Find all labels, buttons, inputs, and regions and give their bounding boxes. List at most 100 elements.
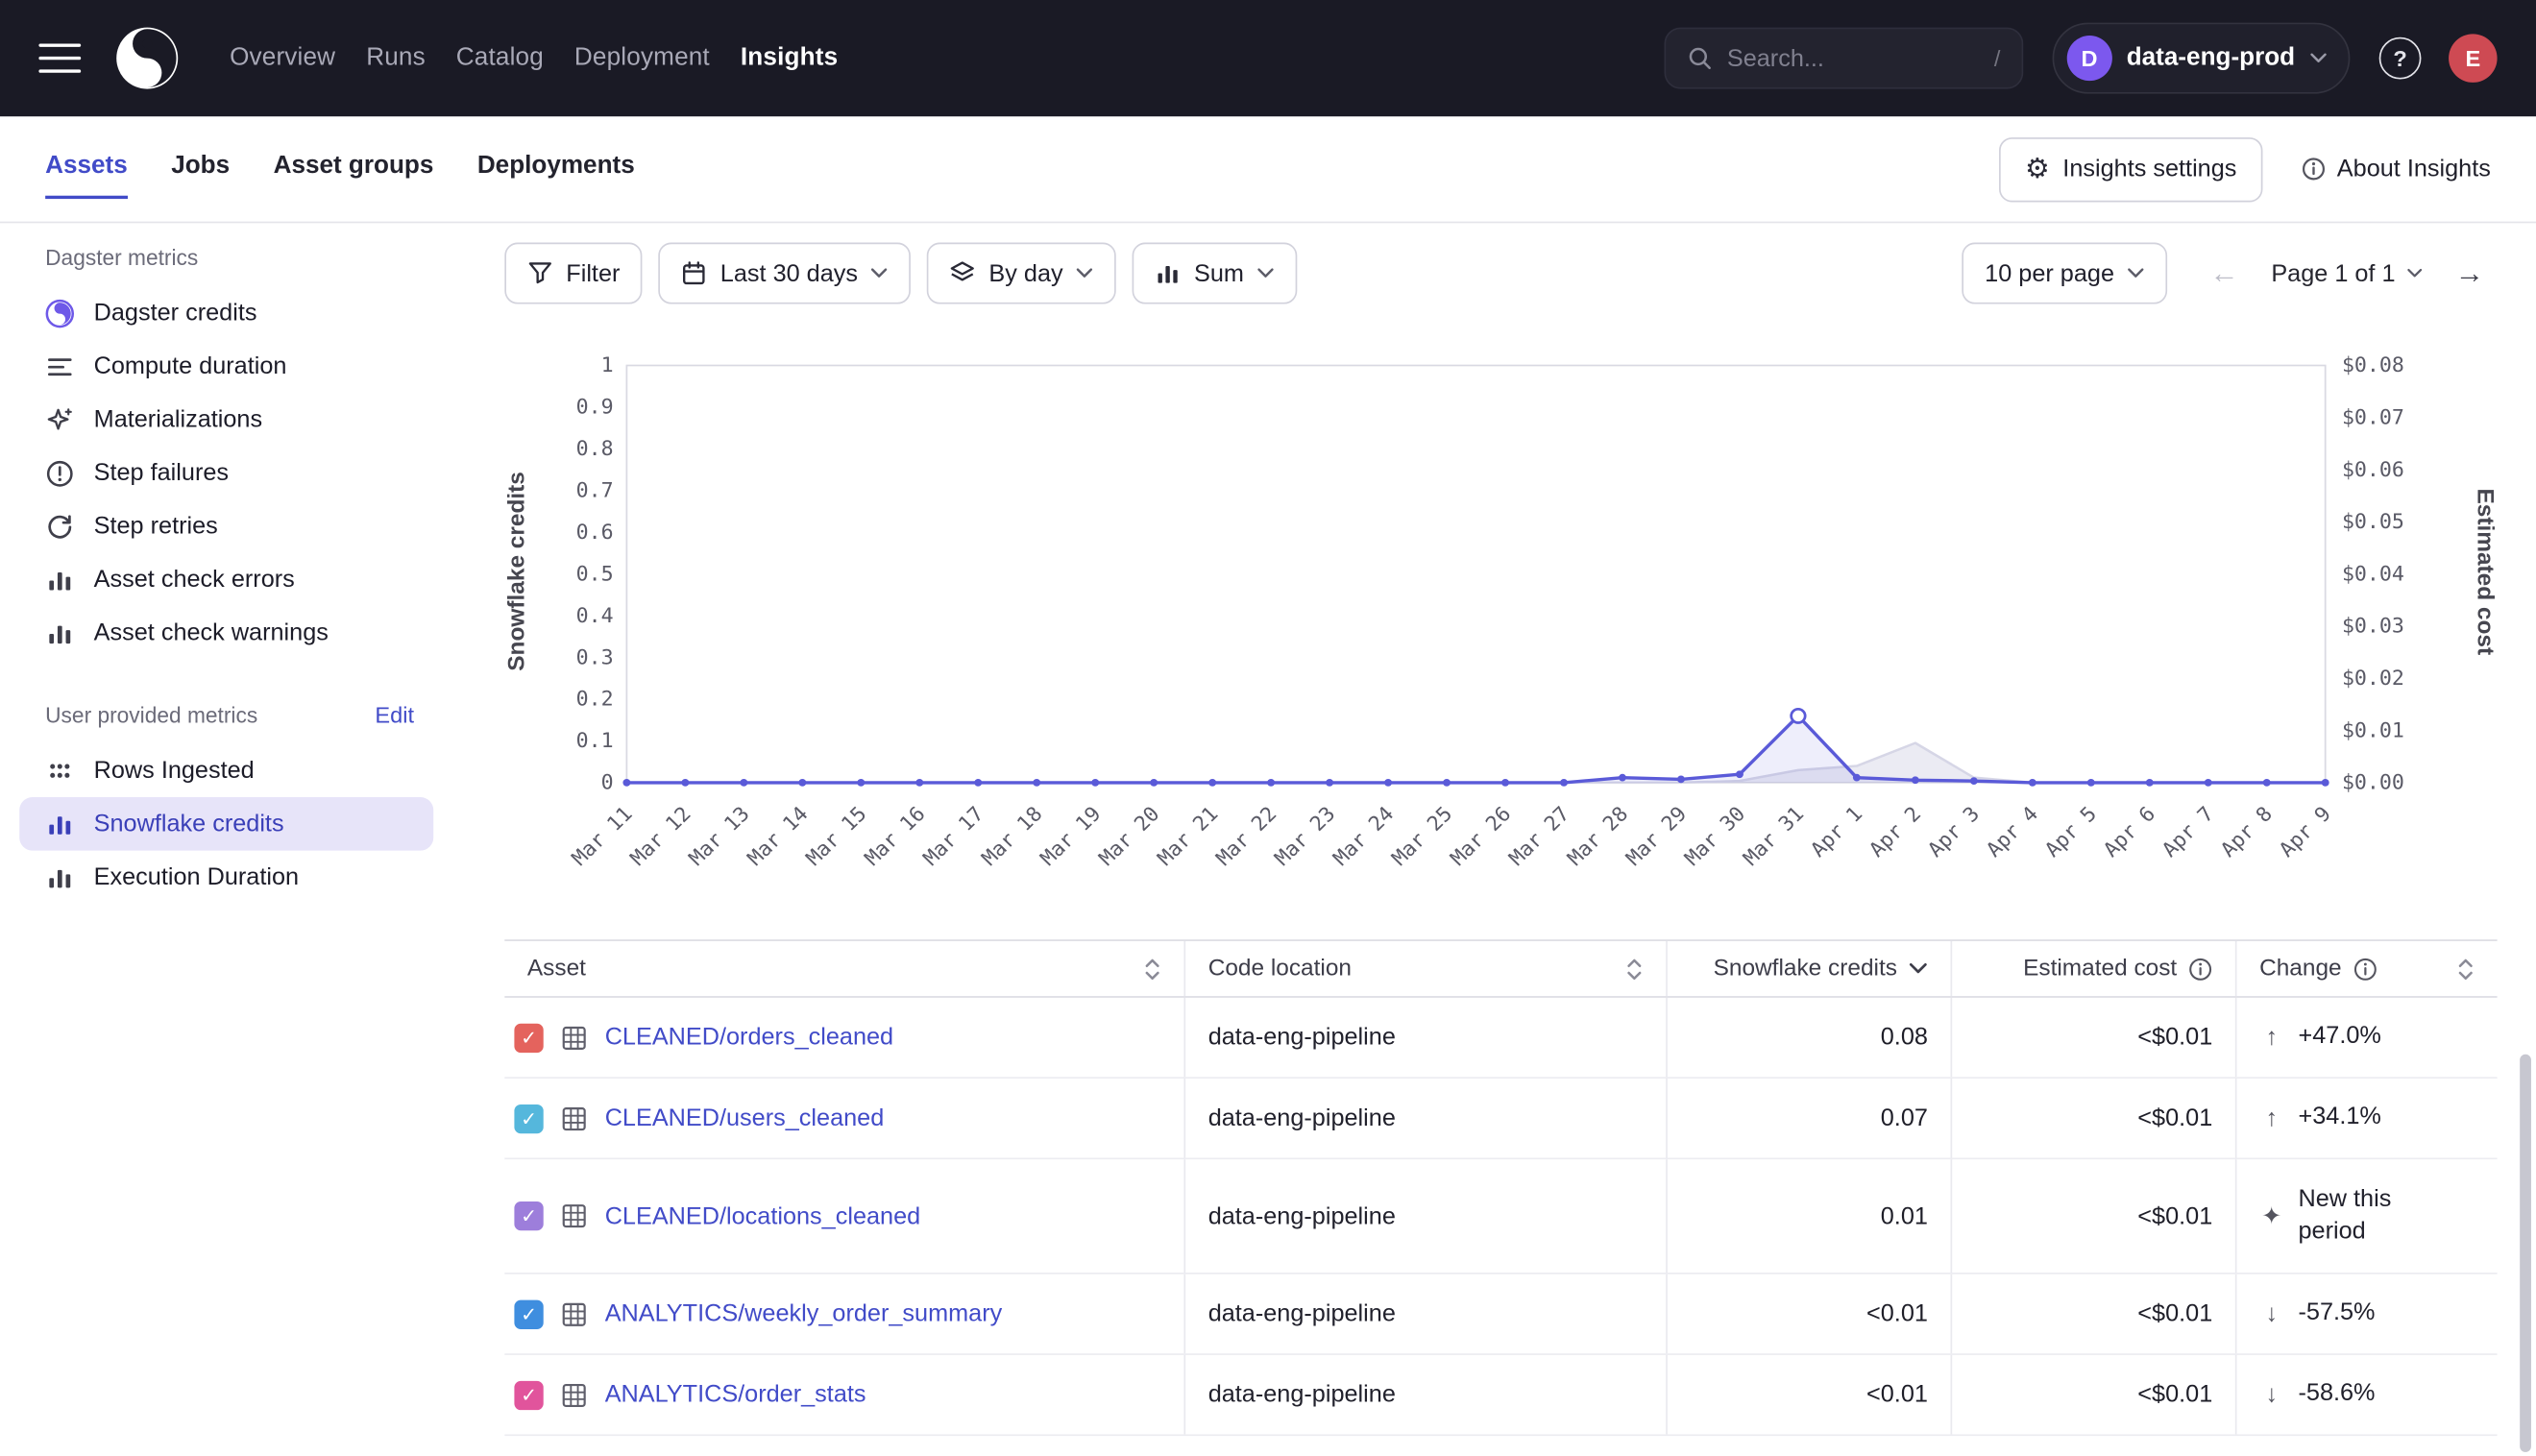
asset-link[interactable]: ANALYTICS/order_stats xyxy=(605,1381,866,1409)
aggregation-button[interactable]: Sum xyxy=(1133,243,1297,304)
next-page-button[interactable] xyxy=(2442,246,2497,301)
svg-text:$0.00: $0.00 xyxy=(2342,771,2404,795)
insights-main: Filter Last 30 days By day Sum xyxy=(452,223,2536,1455)
svg-text:$0.01: $0.01 xyxy=(2342,719,2404,743)
dots-icon xyxy=(45,756,74,785)
edit-metrics-link[interactable]: Edit xyxy=(375,702,414,728)
date-range-button[interactable]: Last 30 days xyxy=(659,243,912,304)
svg-text:Mar 20: Mar 20 xyxy=(1094,802,1164,870)
credits-cell: 0.01 xyxy=(1666,1159,1950,1273)
svg-text:$0.06: $0.06 xyxy=(2342,458,2404,482)
svg-text:Mar 22: Mar 22 xyxy=(1211,802,1281,870)
page-indicator[interactable]: Page 1 of 1 xyxy=(2261,259,2432,287)
sidebar-item-step-retries[interactable]: Step retries xyxy=(19,499,433,553)
nav-deployment[interactable]: Deployment xyxy=(574,43,710,72)
about-insights-link[interactable]: About Insights xyxy=(2302,156,2491,183)
chevron-down-icon xyxy=(870,267,889,279)
asset-link[interactable]: CLEANED/locations_cleaned xyxy=(605,1202,921,1230)
change-cell: ↑ +47.0% xyxy=(2235,998,2498,1077)
info-icon[interactable] xyxy=(2353,957,2377,981)
global-search[interactable]: / xyxy=(1664,28,2023,89)
tab-jobs[interactable]: Jobs xyxy=(171,140,230,199)
top-nav: Overview Runs Catalog Deployment Insight… xyxy=(0,0,2536,116)
svg-text:Mar 12: Mar 12 xyxy=(626,802,696,870)
info-icon[interactable] xyxy=(2188,957,2212,981)
assets-table: Asset Code location Snowflake credits Es… xyxy=(504,939,2497,1436)
column-header-asset[interactable]: Asset xyxy=(504,941,1183,996)
nav-catalog[interactable]: Catalog xyxy=(456,43,544,72)
svg-text:Apr 4: Apr 4 xyxy=(1982,802,2043,861)
svg-text:Mar 13: Mar 13 xyxy=(685,802,755,870)
tab-asset-groups[interactable]: Asset groups xyxy=(274,140,434,199)
code-location-cell: data-eng-pipeline xyxy=(1183,1274,1666,1353)
svg-text:0.4: 0.4 xyxy=(576,604,614,628)
filter-button[interactable]: Filter xyxy=(504,243,643,304)
table-asset-icon xyxy=(561,1025,587,1051)
search-input[interactable] xyxy=(1727,44,1921,72)
sidebar-item-asset-check-errors[interactable]: Asset check errors xyxy=(19,553,433,607)
svg-text:Mar 18: Mar 18 xyxy=(977,802,1047,870)
svg-text:$0.07: $0.07 xyxy=(2342,406,2404,430)
insights-tabs: Assets Jobs Asset groups Deployments xyxy=(45,140,635,199)
page-label: Page 1 of 1 xyxy=(2271,259,2395,287)
gear-icon xyxy=(2025,155,2050,183)
svg-text:Apr 1: Apr 1 xyxy=(1806,802,1867,861)
table-row: ANALYTICS/weekly_order_summary data-eng-… xyxy=(504,1274,2497,1355)
nav-insights[interactable]: Insights xyxy=(741,43,838,72)
previous-page-button[interactable] xyxy=(2197,246,2252,301)
sidebar-item-dagster-credits[interactable]: Dagster credits xyxy=(19,286,433,340)
sidebar-item-snowflake-credits[interactable]: Snowflake credits xyxy=(19,797,433,851)
per-page-select[interactable]: 10 per page xyxy=(1963,243,2168,304)
svg-text:0.5: 0.5 xyxy=(576,563,614,587)
bar-chart-icon xyxy=(45,565,74,594)
row-checkbox[interactable] xyxy=(514,1104,543,1132)
dagster-logo-icon[interactable] xyxy=(113,24,182,92)
hamburger-menu-icon[interactable] xyxy=(38,43,81,72)
search-shortcut-hint: / xyxy=(1994,45,2001,71)
svg-text:Mar 26: Mar 26 xyxy=(1446,802,1516,870)
chevron-down-icon xyxy=(1256,267,1275,279)
sidebar-item-step-failures[interactable]: Step failures xyxy=(19,447,433,500)
left-axis-title: Snowflake credits xyxy=(504,346,530,904)
sidebar-item-label: Step retries xyxy=(94,513,218,541)
sidebar-item-rows-ingested[interactable]: Rows Ingested xyxy=(19,743,433,797)
sidebar-item-materializations[interactable]: Materializations xyxy=(19,393,433,447)
tab-assets[interactable]: Assets xyxy=(45,140,128,199)
change-cell: ✦ New this period xyxy=(2235,1159,2498,1273)
code-location-cell: data-eng-pipeline xyxy=(1183,1355,1666,1434)
row-checkbox[interactable] xyxy=(514,1299,543,1328)
help-icon[interactable] xyxy=(2379,37,2422,80)
nav-runs[interactable]: Runs xyxy=(366,43,426,72)
right-axis-title: Estimated cost xyxy=(2472,346,2498,904)
sidebar-item-execution-duration[interactable]: Execution Duration xyxy=(19,851,433,905)
asset-link[interactable]: ANALYTICS/weekly_order_summary xyxy=(605,1300,1003,1328)
column-header-change[interactable]: Change xyxy=(2235,941,2498,996)
group-by-button[interactable]: By day xyxy=(927,243,1116,304)
asset-link[interactable]: CLEANED/users_cleaned xyxy=(605,1104,885,1132)
page-scrollbar[interactable] xyxy=(2520,1055,2531,1452)
column-header-estimated-cost[interactable]: Estimated cost xyxy=(1951,941,2235,996)
filter-label: Filter xyxy=(566,259,620,287)
svg-text:Apr 6: Apr 6 xyxy=(2099,802,2160,861)
row-checkbox[interactable] xyxy=(514,1380,543,1409)
insights-settings-button[interactable]: Insights settings xyxy=(1999,136,2262,201)
row-checkbox[interactable] xyxy=(514,1023,543,1052)
column-header-snowflake-credits[interactable]: Snowflake credits xyxy=(1666,941,1950,996)
row-checkbox[interactable] xyxy=(514,1201,543,1230)
chevron-down-icon xyxy=(2406,267,2423,279)
svg-text:0.3: 0.3 xyxy=(576,646,614,670)
sidebar-item-compute-duration[interactable]: Compute duration xyxy=(19,340,433,394)
nav-overview[interactable]: Overview xyxy=(230,43,335,72)
error-circle-icon xyxy=(45,458,74,487)
column-header-code-location[interactable]: Code location xyxy=(1183,941,1666,996)
info-icon xyxy=(2302,157,2326,181)
asset-link[interactable]: CLEANED/orders_cleaned xyxy=(605,1024,893,1052)
svg-text:Mar 14: Mar 14 xyxy=(744,802,814,870)
table-row: CLEANED/users_cleaned data-eng-pipeline … xyxy=(504,1079,2497,1159)
svg-text:0.6: 0.6 xyxy=(576,521,614,545)
svg-text:Apr 7: Apr 7 xyxy=(2158,802,2219,861)
sidebar-item-asset-check-warnings[interactable]: Asset check warnings xyxy=(19,606,433,660)
user-avatar[interactable]: E xyxy=(2449,34,2498,83)
tab-deployments[interactable]: Deployments xyxy=(477,140,635,199)
deployment-switcher[interactable]: D data-eng-prod xyxy=(2052,23,2350,94)
